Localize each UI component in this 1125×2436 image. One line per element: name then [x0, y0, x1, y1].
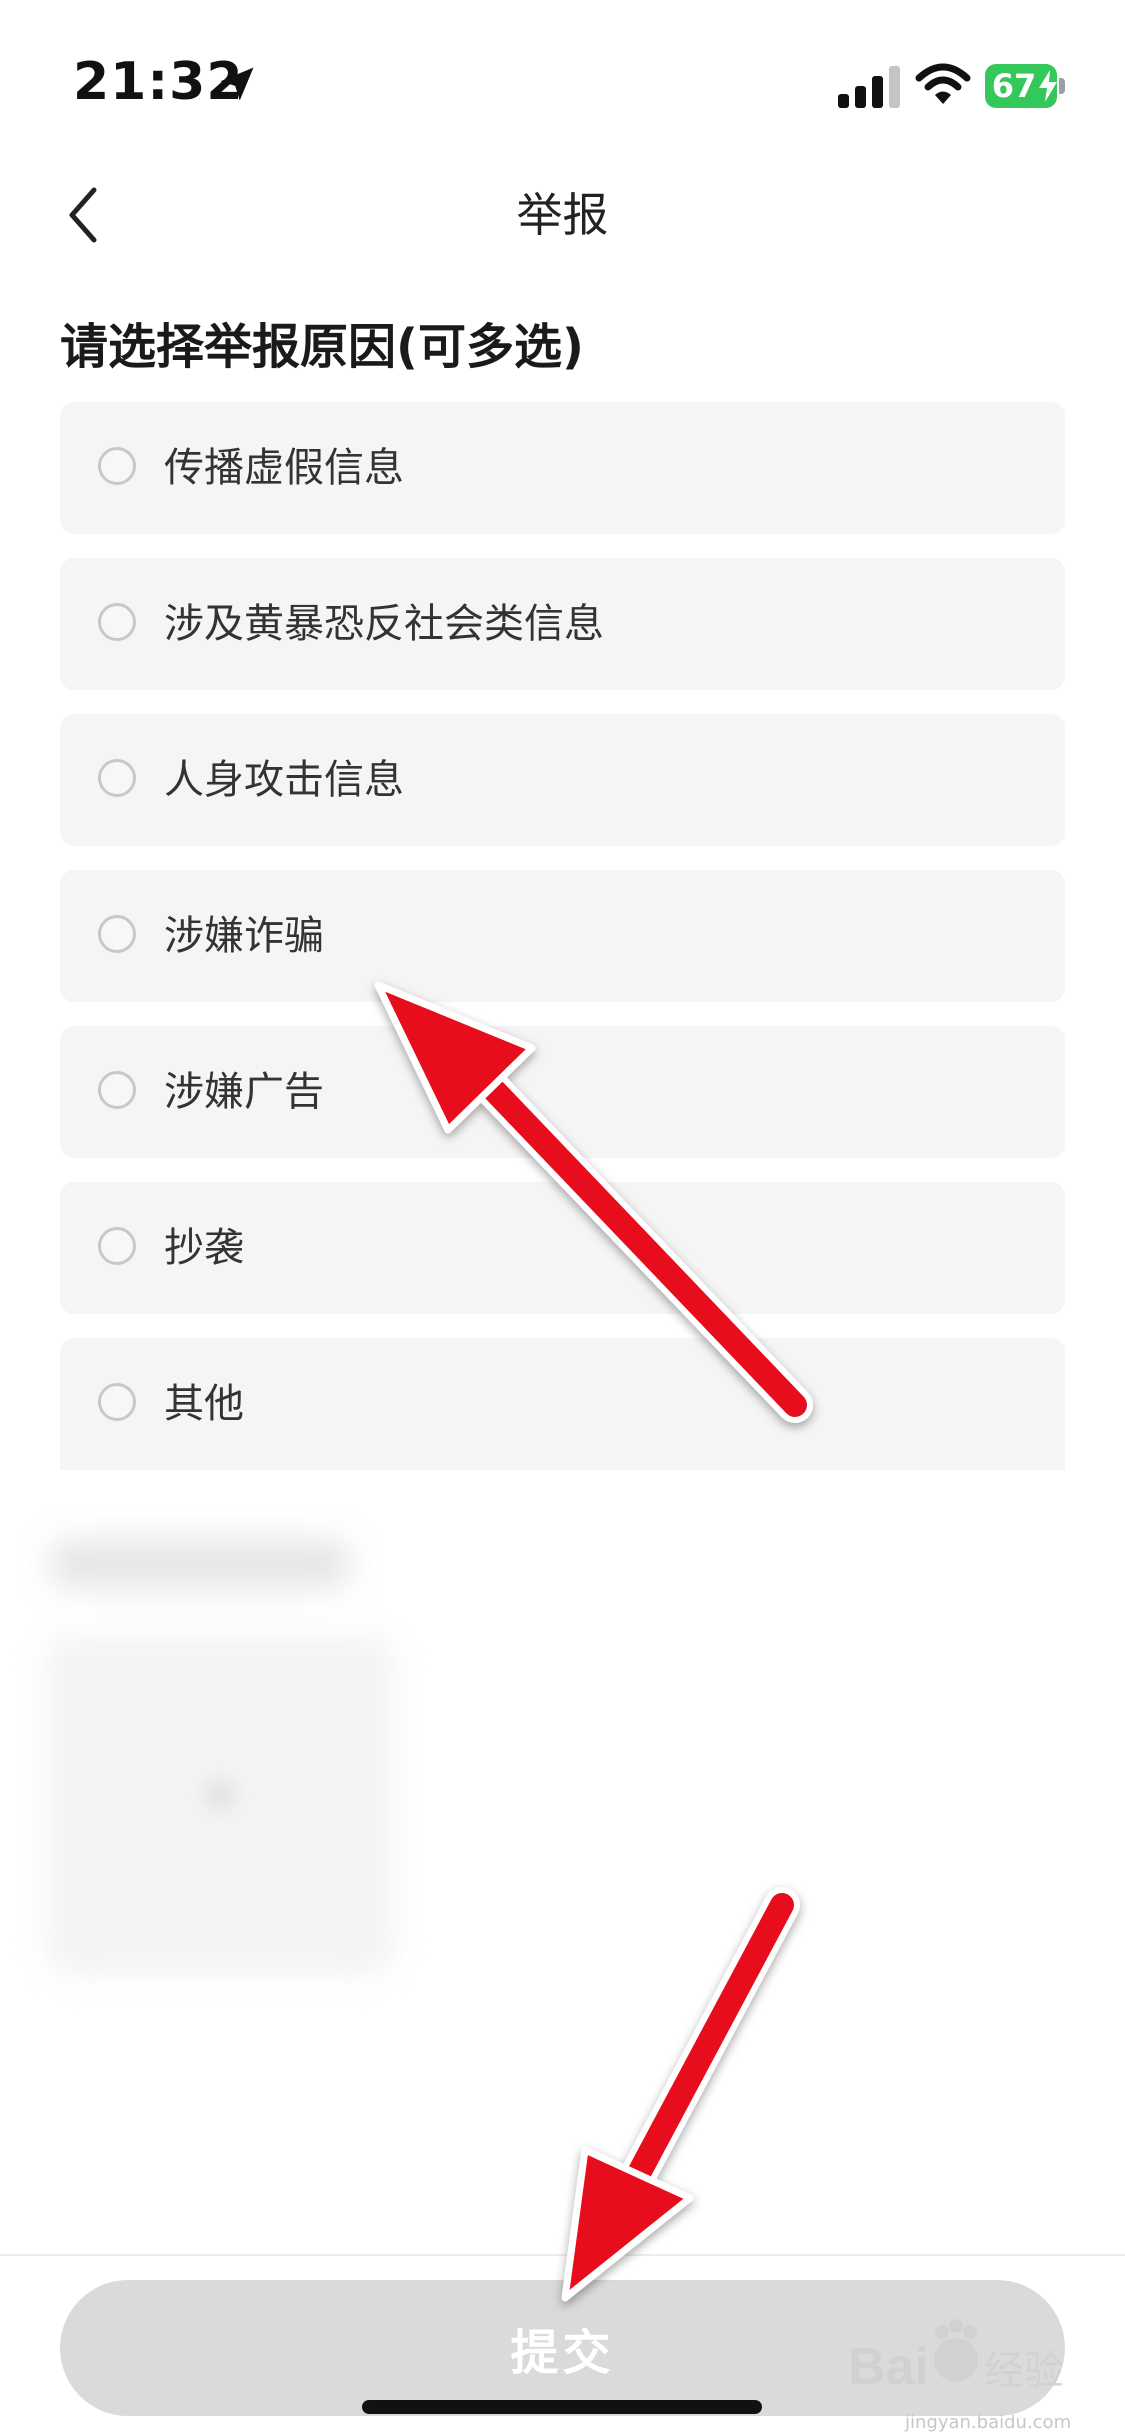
battery-charging-icon: 67 — [985, 64, 1065, 108]
option-item[interactable]: 人身攻击信息 — [60, 714, 1065, 846]
radio-icon[interactable] — [98, 915, 136, 953]
home-indicator — [362, 2400, 762, 2414]
svg-text:Bai: Bai — [848, 2338, 929, 2396]
annotation-arrow-down — [561, 1887, 800, 2302]
bolt-icon — [1039, 70, 1057, 102]
wifi-icon — [915, 63, 971, 104]
radio-icon[interactable] — [98, 1071, 136, 1109]
option-label: 涉及黄暴恐反社会类信息 — [164, 601, 604, 647]
option-label: 人身攻击信息 — [164, 757, 404, 803]
location-arrow-icon — [220, 67, 254, 101]
status-bar: 21:32 67 — [0, 0, 1125, 160]
cellular-signal-icon — [838, 66, 900, 108]
option-item[interactable]: 涉嫌广告 — [60, 1026, 1065, 1158]
radio-icon[interactable] — [98, 1383, 136, 1421]
radio-icon[interactable] — [98, 447, 136, 485]
option-label: 其他 — [164, 1381, 244, 1427]
plus-icon — [200, 1775, 240, 1815]
option-item[interactable]: 其他 — [60, 1338, 1065, 1470]
baidu-watermark-logo: Bai 经验 — [848, 2319, 1064, 2396]
svg-text:经验: 经验 — [984, 2348, 1064, 2394]
footer-divider — [0, 2254, 1125, 2256]
option-item[interactable]: 抄袭 — [60, 1182, 1065, 1314]
blurred-text — [50, 1540, 350, 1588]
option-item[interactable]: 涉及黄暴恐反社会类信息 — [60, 558, 1065, 690]
chevron-left-icon[interactable] — [60, 180, 120, 250]
report-reason-list: 传播虚假信息 涉及黄暴恐反社会类信息 人身攻击信息 涉嫌诈骗 涉嫌广告 抄袭 其… — [60, 402, 1065, 1470]
page-title: 举报 — [516, 188, 609, 242]
option-label: 传播虚假信息 — [164, 445, 404, 491]
battery-level: 67 — [991, 67, 1037, 105]
option-label: 涉嫌诈骗 — [164, 913, 324, 959]
radio-icon[interactable] — [98, 1227, 136, 1265]
section-heading: 请选择举报原因(可多选) — [60, 319, 584, 375]
radio-icon[interactable] — [98, 759, 136, 797]
option-item[interactable]: 传播虚假信息 — [60, 402, 1065, 534]
option-item[interactable]: 涉嫌诈骗 — [60, 870, 1065, 1002]
watermark-url: jingyan.baidu.com — [905, 2412, 1072, 2433]
option-label: 涉嫌广告 — [164, 1069, 324, 1115]
radio-icon[interactable] — [98, 603, 136, 641]
option-label: 抄袭 — [164, 1225, 244, 1271]
